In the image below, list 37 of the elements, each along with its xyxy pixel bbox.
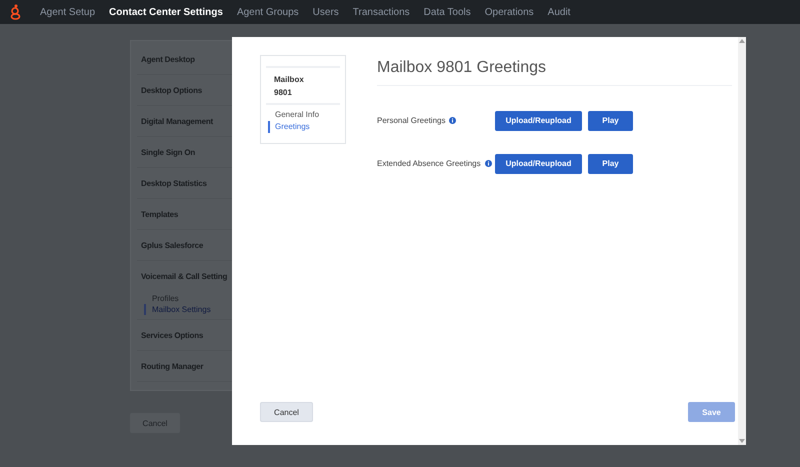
info-icon[interactable] [484, 160, 492, 167]
nav-tab[interactable]: Data Tools [416, 6, 478, 18]
nav-tab[interactable]: Users [306, 6, 346, 18]
nav-tab[interactable]: Transactions [346, 6, 417, 18]
nav-tab[interactable]: Audit [540, 6, 578, 18]
menu-item[interactable]: Services Options [137, 330, 204, 340]
nav-tab[interactable]: Agent Groups [230, 6, 306, 18]
greeting-label: Extended Absence Greetings [377, 159, 481, 168]
menu-item[interactable]: Routing Manager [137, 362, 204, 370]
menu-item[interactable]: Agent Desktop [137, 54, 195, 64]
card-title: 9801 [274, 87, 293, 99]
logo-icon [10, 4, 21, 20]
upload-button[interactable]: Upload/Reupload [495, 110, 582, 130]
nav-tab[interactable]: Contact Center Settings [102, 6, 230, 18]
card-nav-item[interactable]: General Info [268, 109, 320, 121]
card-nav-item[interactable]: Greetings [268, 121, 310, 133]
cancel-button[interactable]: Cancel [260, 402, 313, 422]
upload-button[interactable]: Upload/Reupload [495, 154, 582, 174]
menu-item[interactable]: Desktop Options [137, 86, 202, 94]
greeting-label: Personal Greetings [377, 116, 446, 125]
scrollbar[interactable] [738, 37, 746, 445]
dialog-title: Mailbox 9801 Greetings [377, 55, 732, 86]
menu-item[interactable]: Templates [137, 210, 178, 218]
scroll-up-icon[interactable] [739, 39, 745, 43]
menu-item[interactable]: Voicemail & Call Setting [137, 272, 228, 280]
scroll-down-icon[interactable] [739, 439, 745, 443]
info-icon[interactable] [449, 117, 456, 124]
play-button[interactable]: Play [588, 110, 633, 130]
menu-item[interactable]: Digital Management [137, 116, 213, 126]
nav-tab[interactable]: Operations [478, 6, 541, 18]
play-button[interactable]: Play [588, 154, 633, 174]
menu-item[interactable]: Gplus Salesforce [137, 240, 204, 250]
submenu-item[interactable]: Mailbox Settings [144, 304, 211, 315]
nav-tab[interactable]: Agent Setup [33, 6, 102, 18]
menu-item[interactable]: Desktop Statistics [137, 178, 207, 188]
card-title: Mailbox [274, 74, 305, 86]
menu-item[interactable]: Single Sign On [137, 148, 196, 156]
